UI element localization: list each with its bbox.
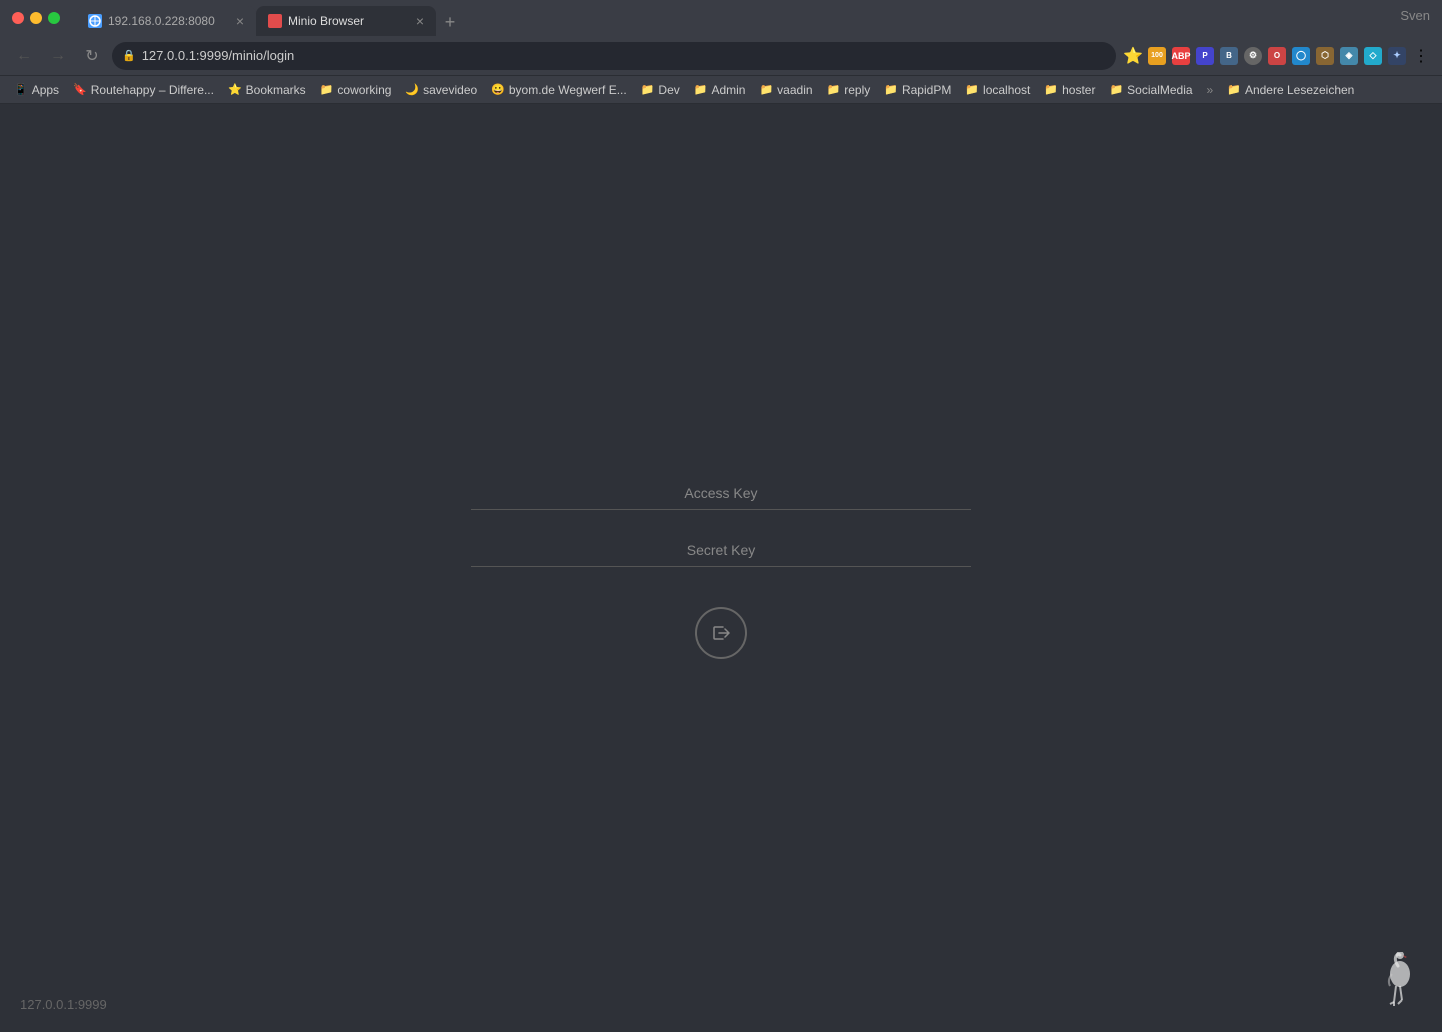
tab1-close[interactable]: ×: [236, 14, 244, 28]
address-bar[interactable]: 🔒 127.0.0.1:9999/minio/login: [112, 42, 1116, 70]
bookmark-dev[interactable]: 📁 Dev: [635, 81, 686, 99]
bookmark-reply-label: reply: [844, 83, 870, 97]
login-form: [471, 477, 971, 659]
bookmark-savevideo-label: savevideo: [423, 83, 477, 97]
apps-icon: 📱: [14, 83, 28, 96]
bookmark-apps[interactable]: 📱 Apps: [8, 81, 65, 99]
localhost-folder-icon: 📁: [965, 83, 979, 96]
page-content: 127.0.0.1:9999: [0, 104, 1442, 1032]
bookmark-localhost[interactable]: 📁 localhost: [959, 81, 1036, 99]
access-key-field[interactable]: [471, 477, 971, 510]
extension-buttons: ⭐ 100 ABP P B ⚙ O ◯ ⬡ ◈ ◇: [1122, 45, 1432, 67]
bookmark-byom-label: byom.de Wegwerf E...: [509, 83, 627, 97]
menu-button[interactable]: ⋮: [1410, 45, 1432, 67]
bookmark-socialmedia[interactable]: 📁 SocialMedia: [1103, 81, 1198, 99]
server-address-text: 127.0.0.1:9999: [20, 997, 107, 1012]
bookmarks-bar: 📱 Apps 🔖 Routehappy – Differe... ⭐ Bookm…: [0, 76, 1442, 104]
ext-icon7[interactable]: ◯: [1290, 45, 1312, 67]
ext-abp-icon[interactable]: ABP: [1170, 45, 1192, 67]
bookmark-apps-label: Apps: [32, 83, 59, 97]
bookmark-dev-label: Dev: [658, 83, 679, 97]
bookmark-rapidpm-label: RapidPM: [902, 83, 951, 97]
tab-inactive[interactable]: 192.168.0.228:8080 ×: [76, 6, 256, 36]
bookmark-bookmarks[interactable]: ⭐ Bookmarks: [222, 81, 312, 99]
routehappy-icon: 🔖: [73, 83, 87, 96]
byom-icon: 😀: [491, 83, 505, 96]
back-button[interactable]: ←: [10, 42, 38, 70]
bookmark-andere-label: Andere Lesezeichen: [1245, 83, 1354, 97]
title-bar: 192.168.0.228:8080 × Minio Browser × + S…: [0, 0, 1442, 36]
network-favicon: [88, 14, 102, 28]
bookmark-hoster[interactable]: 📁 hoster: [1038, 81, 1101, 99]
forward-button[interactable]: →: [44, 42, 72, 70]
bookmark-localhost-label: localhost: [983, 83, 1030, 97]
coworking-folder-icon: 📁: [320, 83, 334, 96]
bookmark-vaadin[interactable]: 📁 vaadin: [753, 81, 818, 99]
ext-icon3[interactable]: P: [1194, 45, 1216, 67]
tab-active[interactable]: Minio Browser ×: [256, 6, 436, 36]
bookmark-byom[interactable]: 😀 byom.de Wegwerf E...: [485, 81, 633, 99]
ext-icon4[interactable]: B: [1218, 45, 1240, 67]
minio-favicon: [268, 14, 282, 28]
tab1-label: 192.168.0.228:8080: [108, 14, 215, 28]
reply-folder-icon: 📁: [827, 83, 841, 96]
dev-folder-icon: 📁: [641, 83, 655, 96]
maximize-button[interactable]: [48, 12, 60, 24]
savevideo-icon: 🌙: [405, 83, 419, 96]
bookmark-hoster-label: hoster: [1062, 83, 1095, 97]
bookmark-coworking-label: coworking: [337, 83, 391, 97]
socialmedia-folder-icon: 📁: [1109, 83, 1123, 96]
bookmark-bookmarks-label: Bookmarks: [246, 83, 306, 97]
minio-flamingo-logo: [1372, 952, 1422, 1022]
bookmark-routehappy-label: Routehappy – Differe...: [91, 83, 214, 97]
url-display: 127.0.0.1:9999/minio/login: [142, 48, 295, 63]
close-button[interactable]: [12, 12, 24, 24]
new-tab-button[interactable]: +: [436, 8, 464, 36]
secret-key-field[interactable]: [471, 534, 971, 567]
hoster-folder-icon: 📁: [1044, 83, 1058, 96]
admin-folder-icon: 📁: [694, 83, 708, 96]
user-name: Sven: [1400, 8, 1430, 23]
bookmark-reply[interactable]: 📁 reply: [821, 81, 877, 99]
bookmark-coworking[interactable]: 📁 coworking: [314, 81, 398, 99]
minimize-button[interactable]: [30, 12, 42, 24]
andere-folder-icon: 📁: [1227, 83, 1241, 96]
refresh-button[interactable]: ↻: [78, 42, 106, 70]
bookmark-star-button[interactable]: ⭐: [1122, 45, 1144, 67]
ext-icon11[interactable]: ✦: [1386, 45, 1408, 67]
ext-icon10[interactable]: ◇: [1362, 45, 1384, 67]
bookmark-admin[interactable]: 📁 Admin: [688, 81, 752, 99]
ext-icon8[interactable]: ⬡: [1314, 45, 1336, 67]
secret-key-input[interactable]: [471, 534, 971, 567]
bookmark-rapidpm[interactable]: 📁 RapidPM: [878, 81, 957, 99]
bookmarks-star-icon: ⭐: [228, 83, 242, 96]
rapidpm-folder-icon: 📁: [884, 83, 898, 96]
access-key-input[interactable]: [471, 477, 971, 510]
bookmark-andere[interactable]: 📁 Andere Lesezeichen: [1221, 81, 1360, 99]
bookmark-vaadin-label: vaadin: [777, 83, 812, 97]
tab2-close[interactable]: ×: [416, 14, 424, 28]
url-text: 127.0.0.1:9999/minio/login: [142, 48, 295, 63]
server-address: 127.0.0.1:9999: [20, 997, 107, 1012]
bookmark-admin-label: Admin: [711, 83, 745, 97]
vaadin-folder-icon: 📁: [759, 83, 773, 96]
bookmark-socialmedia-label: SocialMedia: [1127, 83, 1192, 97]
ext-icon6[interactable]: O: [1266, 45, 1288, 67]
bookmarks-more[interactable]: »: [1201, 81, 1220, 99]
bookmark-routehappy[interactable]: 🔖 Routehappy – Differe...: [67, 81, 220, 99]
ext-100-icon[interactable]: 100: [1146, 45, 1168, 67]
bookmark-savevideo[interactable]: 🌙 savevideo: [399, 81, 483, 99]
window-buttons: [12, 12, 60, 24]
ext-icon5[interactable]: ⚙: [1242, 45, 1264, 67]
ext-icon9[interactable]: ◈: [1338, 45, 1360, 67]
lock-icon: 🔒: [122, 49, 136, 62]
login-button[interactable]: [695, 607, 747, 659]
tab2-label: Minio Browser: [288, 14, 364, 28]
nav-bar: ← → ↻ 🔒 127.0.0.1:9999/minio/login ⭐ 100…: [0, 36, 1442, 76]
